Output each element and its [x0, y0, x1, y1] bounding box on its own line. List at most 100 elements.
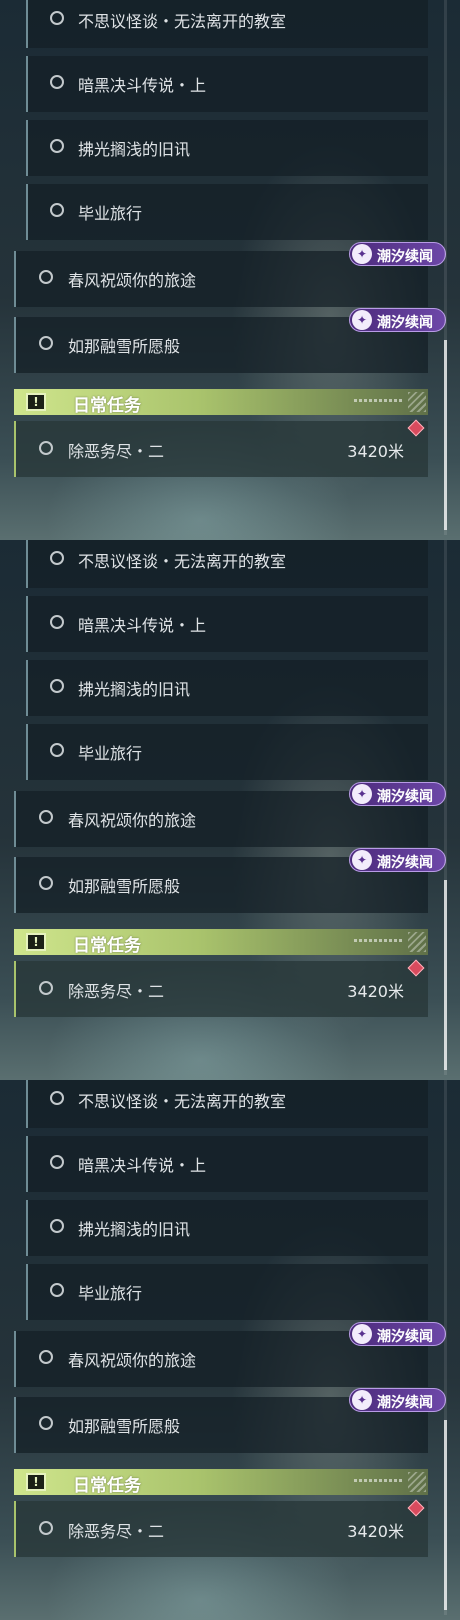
badge-label: 潮汐续闻 [377, 1395, 433, 1411]
daily-title: 日常任务 [73, 396, 141, 416]
scrollbar-thumb[interactable] [444, 340, 447, 530]
tide-story-badge: ✦ 潮汐续闻 [349, 1322, 446, 1346]
header-decoration [354, 939, 402, 942]
tide-badge-icon: ✦ [352, 310, 372, 330]
quest-name: 拂光搁浅的旧讯 [78, 1220, 191, 1239]
quest-name: 暗黑决斗传说・上 [78, 616, 207, 635]
quest-name: 不思议怪谈・无法离开的教室 [78, 12, 287, 31]
quest-distance: 3420米 [347, 1522, 404, 1541]
quest-item[interactable]: 不思议怪谈・无法离开的教室 [26, 1080, 428, 1128]
status-circle-icon [39, 876, 53, 890]
quest-item[interactable]: 暗黑决斗传说・上 [26, 1136, 428, 1192]
status-circle-icon [39, 981, 53, 995]
daily-title: 日常任务 [73, 936, 141, 956]
status-circle-icon [50, 139, 64, 153]
status-circle-icon [50, 1219, 64, 1233]
quest-item[interactable]: 不思议怪谈・无法离开的教室 [26, 0, 428, 48]
alert-icon: ! [26, 933, 46, 951]
tide-story-badge: ✦ 潮汐续闻 [349, 848, 446, 872]
quest-name: 暗黑决斗传说・上 [78, 76, 207, 95]
scrollbar-thumb[interactable] [444, 880, 447, 1070]
header-decoration [354, 399, 402, 402]
quest-name: 除恶务尽・二 [68, 442, 165, 461]
daily-quest-header: ! 日常任务 [14, 929, 428, 956]
header-stripes [408, 932, 426, 952]
quest-item[interactable]: 拂光搁浅的旧讯 [26, 1200, 428, 1256]
quest-name: 毕业旅行 [78, 204, 143, 223]
quest-name: 毕业旅行 [78, 1284, 143, 1303]
status-circle-icon [50, 203, 64, 217]
tide-badge-icon: ✦ [352, 1390, 372, 1410]
alert-icon: ! [26, 393, 46, 411]
status-circle-icon [50, 679, 64, 693]
scrollbar[interactable] [444, 0, 447, 535]
status-circle-icon [39, 336, 53, 350]
scrollbar[interactable] [444, 1080, 447, 1615]
tide-story-badge: ✦ 潮汐续闻 [349, 308, 446, 332]
scrollbar-thumb[interactable] [444, 1420, 447, 1610]
quest-item[interactable]: 毕业旅行 [26, 1264, 428, 1320]
daily-quest-item[interactable]: 除恶务尽・二 3420米 [14, 959, 428, 1017]
status-circle-icon [39, 810, 53, 824]
status-circle-icon [39, 270, 53, 284]
status-circle-icon [39, 441, 53, 455]
status-circle-icon [50, 11, 64, 25]
quest-name: 暗黑决斗传说・上 [78, 1156, 207, 1175]
daily-quest-item[interactable]: 除恶务尽・二 3420米 [14, 1499, 428, 1557]
quest-name: 不思议怪谈・无法离开的教室 [78, 552, 287, 571]
tide-badge-icon: ✦ [352, 850, 372, 870]
quest-item[interactable]: 不思议怪谈・无法离开的教室 [26, 540, 428, 588]
status-circle-icon [50, 1155, 64, 1169]
badge-label: 潮汐续闻 [377, 789, 433, 805]
location-marker-icon [407, 1499, 425, 1517]
location-marker-icon [407, 419, 425, 437]
quest-item[interactable]: 毕业旅行 [26, 724, 428, 780]
header-stripes [408, 392, 426, 412]
quest-panel-3: 不思议怪谈・无法离开的教室 暗黑决斗传说・上 拂光搁浅的旧讯 毕业旅行 春风祝颂… [0, 1080, 460, 1620]
header-decoration [354, 1479, 402, 1482]
tide-badge-icon: ✦ [352, 784, 372, 804]
quest-name: 如那融雪所愿般 [68, 1417, 181, 1436]
scrollbar[interactable] [444, 540, 447, 1075]
tide-story-badge: ✦ 潮汐续闻 [349, 782, 446, 806]
quest-name: 如那融雪所愿般 [68, 337, 181, 356]
badge-label: 潮汐续闻 [377, 855, 433, 871]
location-marker-icon [407, 959, 425, 977]
status-circle-icon [39, 1416, 53, 1430]
quest-name: 除恶务尽・二 [68, 1522, 165, 1541]
badge-label: 潮汐续闻 [377, 1329, 433, 1345]
badge-label: 潮汐续闻 [377, 249, 433, 265]
status-circle-icon [50, 551, 64, 565]
quest-name: 春风祝颂你的旅途 [68, 811, 197, 830]
status-circle-icon [50, 615, 64, 629]
quest-panel-1: 不思议怪谈・无法离开的教室 暗黑决斗传说・上 拂光搁浅的旧讯 毕业旅行 春风祝颂… [0, 0, 460, 540]
status-circle-icon [50, 75, 64, 89]
quest-name: 春风祝颂你的旅途 [68, 271, 197, 290]
quest-name: 拂光搁浅的旧讯 [78, 140, 191, 159]
daily-quest-header: ! 日常任务 [14, 389, 428, 416]
status-circle-icon [39, 1350, 53, 1364]
quest-item[interactable]: 毕业旅行 [26, 184, 428, 240]
header-stripes [408, 1472, 426, 1492]
daily-quest-header: ! 日常任务 [14, 1469, 428, 1496]
quest-item[interactable]: 拂光搁浅的旧讯 [26, 120, 428, 176]
status-circle-icon [39, 1521, 53, 1535]
quest-name: 毕业旅行 [78, 744, 143, 763]
status-circle-icon [50, 743, 64, 757]
quest-item[interactable]: 拂光搁浅的旧讯 [26, 660, 428, 716]
quest-distance: 3420米 [347, 442, 404, 461]
daily-title: 日常任务 [73, 1476, 141, 1496]
quest-name: 不思议怪谈・无法离开的教室 [78, 1092, 287, 1111]
tide-story-badge: ✦ 潮汐续闻 [349, 242, 446, 266]
status-circle-icon [50, 1283, 64, 1297]
quest-item[interactable]: 暗黑决斗传说・上 [26, 56, 428, 112]
quest-item[interactable]: 暗黑决斗传说・上 [26, 596, 428, 652]
quest-panel-2: 不思议怪谈・无法离开的教室 暗黑决斗传说・上 拂光搁浅的旧讯 毕业旅行 春风祝颂… [0, 540, 460, 1080]
quest-name: 如那融雪所愿般 [68, 877, 181, 896]
quest-name: 拂光搁浅的旧讯 [78, 680, 191, 699]
badge-label: 潮汐续闻 [377, 315, 433, 331]
tide-story-badge: ✦ 潮汐续闻 [349, 1388, 446, 1412]
tide-badge-icon: ✦ [352, 1324, 372, 1344]
quest-name: 除恶务尽・二 [68, 982, 165, 1001]
daily-quest-item[interactable]: 除恶务尽・二 3420米 [14, 419, 428, 477]
